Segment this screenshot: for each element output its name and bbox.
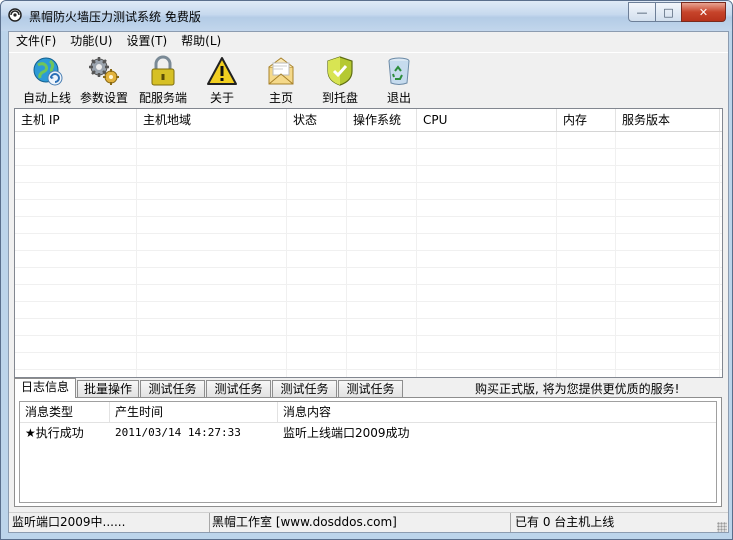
toolbar-label: 配服务端 (138, 91, 187, 105)
close-icon: ✕ (698, 5, 709, 19)
column-memory[interactable]: 内存 (557, 109, 616, 131)
status-studio: 黑帽工作室 [www.dosddos.com] (210, 513, 511, 532)
client-area: 文件(F) 功能(U) 设置(T) 帮助(L) 自动上线 参数设置 配服务端 关… (8, 31, 729, 533)
close-button[interactable]: ✕ (681, 2, 726, 22)
log-row[interactable]: ★执行成功 2011/03/14 14:27:33 监听上线端口2009成功 (20, 423, 716, 443)
column-cpu[interactable]: CPU (417, 109, 557, 131)
caption-buttons: — □ ✕ (628, 2, 726, 22)
grid-line (346, 132, 347, 377)
grid-line (719, 132, 720, 377)
auto-online-button[interactable]: 自动上线 (19, 55, 75, 107)
lock-icon (151, 55, 175, 86)
warning-icon (207, 57, 237, 85)
status-listening: 监听端口2009中...... (9, 513, 210, 532)
grid-line (416, 132, 417, 377)
host-table-header: 主机 IP 主机地域 状态 操作系统 CPU 内存 服务版本 (15, 109, 722, 132)
menu-settings[interactable]: 设置(T) (119, 32, 174, 51)
host-table[interactable]: 主机 IP 主机地域 状态 操作系统 CPU 内存 服务版本 (14, 108, 723, 378)
shield-icon (327, 56, 353, 86)
minimize-icon: — (636, 5, 648, 19)
maximize-button[interactable]: □ (655, 2, 681, 22)
column-host-region[interactable]: 主机地域 (137, 109, 287, 131)
toolbar-label: 自动上线 (22, 91, 71, 105)
log-type: ★执行成功 (25, 426, 84, 440)
toolbar-label: 退出 (386, 91, 411, 105)
log-table-header: 消息类型 产生时间 消息内容 (20, 402, 716, 423)
status-host-count: 已有 0 台主机上线 (515, 515, 615, 529)
globe-refresh-icon (33, 57, 63, 86)
to-tray-button[interactable]: 到托盘 (312, 55, 368, 107)
column-message-type[interactable]: 消息类型 (20, 402, 110, 422)
log-panel: 消息类型 产生时间 消息内容 ★执行成功 2011/03/14 14:27:33… (14, 397, 722, 507)
minimize-button[interactable]: — (628, 2, 655, 22)
log-time: 2011/03/14 14:27:33 (115, 426, 241, 439)
toolbar-label: 关于 (209, 91, 234, 105)
tab-strip: 日志信息 批量操作 测试任务1 测试任务2 测试任务3 测试任务4 购买正式版,… (14, 378, 726, 413)
grid-line (136, 132, 137, 377)
menu-function[interactable]: 功能(U) (63, 32, 119, 51)
toolbar: 自动上线 参数设置 配服务端 关于 主页 到托盘 退出 (9, 52, 728, 108)
log-table[interactable]: 消息类型 产生时间 消息内容 ★执行成功 2011/03/14 14:27:33… (19, 401, 717, 503)
promo-text[interactable]: 购买正式版, 将为您提供更优质的服务! (475, 380, 679, 397)
tab-batch[interactable]: 批量操作 (77, 380, 139, 397)
grid-line (556, 132, 557, 377)
tab-log[interactable]: 日志信息 (14, 378, 76, 398)
tab-task-2[interactable]: 测试任务2 (206, 380, 271, 413)
config-server-button[interactable]: 配服务端 (135, 55, 191, 107)
gears-icon (89, 57, 119, 85)
toolbar-label: 参数设置 (79, 91, 128, 105)
grid-line (286, 132, 287, 377)
tab-task-4[interactable]: 测试任务4 (338, 380, 403, 413)
toolbar-label: 主页 (268, 91, 293, 105)
recycle-bin-icon (388, 57, 410, 85)
menu-file[interactable]: 文件(F) (9, 32, 63, 51)
column-message-content[interactable]: 消息内容 (278, 402, 714, 422)
grid-line (615, 132, 616, 377)
column-os[interactable]: 操作系统 (347, 109, 417, 131)
homepage-button[interactable]: 主页 (253, 55, 309, 107)
log-content: 监听上线端口2009成功 (283, 426, 410, 440)
host-table-body (15, 132, 722, 377)
settings-button[interactable]: 参数设置 (76, 55, 132, 107)
column-status[interactable]: 状态 (287, 109, 347, 131)
column-time[interactable]: 产生时间 (110, 402, 278, 422)
status-bar: 监听端口2009中...... 黑帽工作室 [www.dosddos.com] … (9, 512, 728, 533)
title-bar[interactable]: 黑帽防火墙压力测试系统 免费版 — □ ✕ (1, 1, 732, 31)
envelope-icon (268, 57, 294, 85)
toolbar-label: 到托盘 (321, 91, 358, 105)
window-title: 黑帽防火墙压力测试系统 免费版 (29, 10, 201, 24)
resize-grip[interactable] (717, 522, 727, 532)
column-host-ip[interactable]: 主机 IP (15, 109, 137, 131)
column-service-version[interactable]: 服务版本 (616, 109, 720, 131)
app-icon (8, 8, 22, 22)
about-button[interactable]: 关于 (194, 55, 250, 107)
exit-button[interactable]: 退出 (371, 55, 427, 107)
tab-task-3[interactable]: 测试任务3 (272, 380, 337, 413)
maximize-icon: □ (663, 5, 674, 19)
menu-help[interactable]: 帮助(L) (174, 32, 228, 51)
app-window: 黑帽防火墙压力测试系统 免费版 — □ ✕ 文件(F) 功能(U) 设置(T) … (0, 0, 733, 540)
menu-bar: 文件(F) 功能(U) 设置(T) 帮助(L) (9, 32, 728, 51)
tab-task-1[interactable]: 测试任务1 (140, 380, 205, 413)
